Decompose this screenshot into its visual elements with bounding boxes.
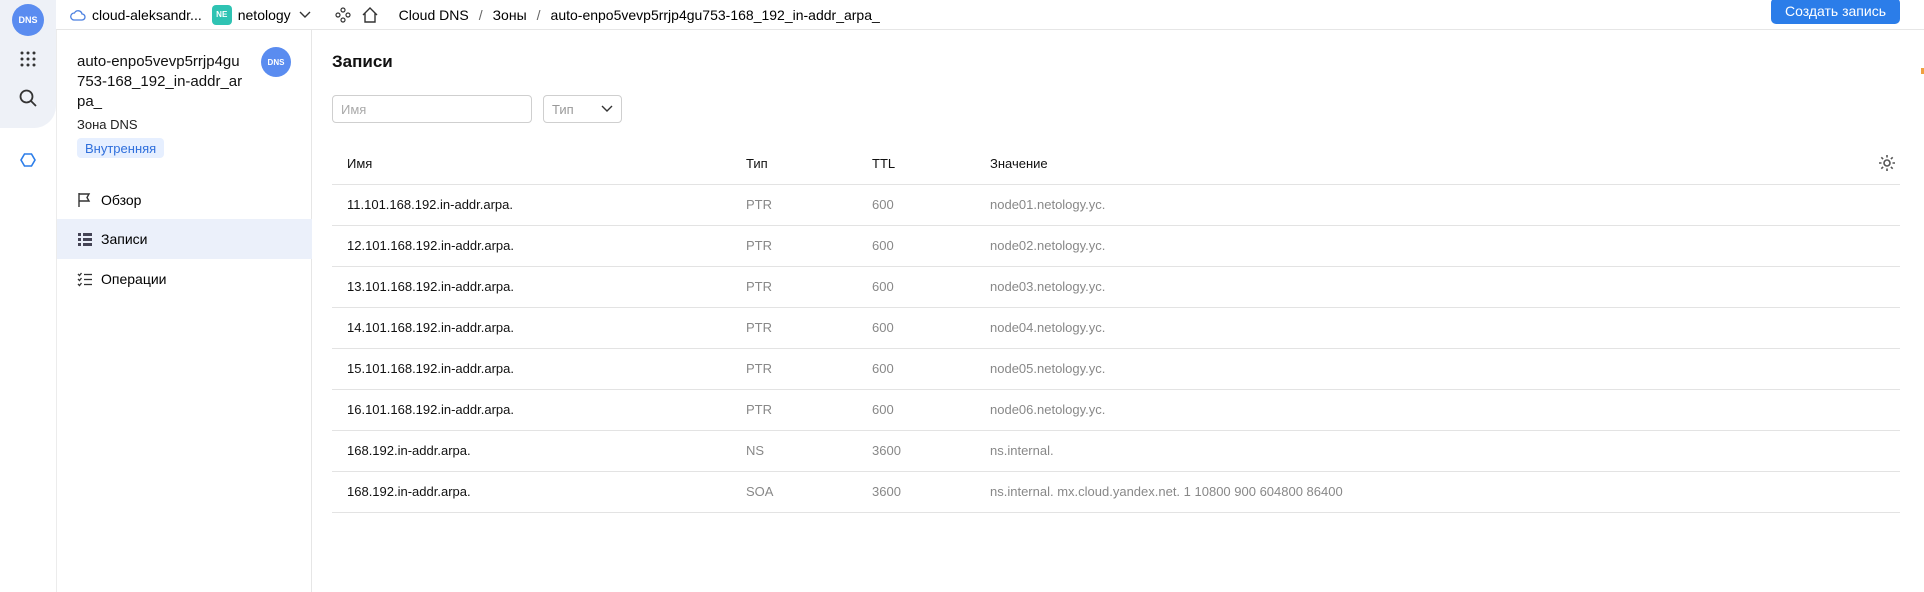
record-name: 13.101.168.192.in-addr.arpa. [332,266,746,308]
record-ttl: 600 [872,348,990,390]
record-value: node06.netology.yc. [990,389,1900,431]
table-row[interactable]: 168.192.in-addr.arpa. NS 3600 ns.interna… [332,430,1900,472]
cloud-selector[interactable]: cloud-aleksandr... [70,0,202,30]
zone-badge: DNS [261,47,291,77]
breadcrumb-cloud-dns[interactable]: Cloud DNS [399,7,469,23]
main-content: Записи Тип Имя Тип TTL Значение 11.101.1… [313,30,1924,592]
record-name: 16.101.168.192.in-addr.arpa. [332,389,746,431]
cloud-name: cloud-aleksandr... [92,6,202,23]
record-type: PTR [746,225,872,267]
sidebar-item-label: Обзор [101,192,142,208]
table-row[interactable]: 14.101.168.192.in-addr.arpa. PTR 600 nod… [332,307,1900,349]
table-row[interactable]: 12.101.168.192.in-addr.arpa. PTR 600 nod… [332,225,1900,267]
record-type: PTR [746,348,872,390]
sidebar-item-overview[interactable]: Обзор [57,180,312,220]
record-value: node01.netology.yc. [990,184,1900,226]
breadcrumb-separator: / [478,6,483,23]
record-name: 168.192.in-addr.arpa. [332,471,746,513]
folder-selector[interactable]: NE netology [211,0,311,30]
folder-name: netology [237,6,291,23]
search-icon[interactable] [16,86,40,110]
record-name: 15.101.168.192.in-addr.arpa. [332,348,746,390]
column-header-ttl[interactable]: TTL [872,144,990,185]
table-settings-gear-icon[interactable] [1878,154,1896,172]
breadcrumb: Cloud DNS / Зоны / auto-enpo5vevp5rrjp4g… [399,0,880,30]
column-header-type[interactable]: Тип [746,144,872,185]
record-type: NS [746,430,872,472]
record-ttl: 3600 [872,471,990,513]
sidebar-item-operations[interactable]: Операции [57,259,312,299]
record-type: PTR [746,266,872,308]
flag-icon [78,193,91,207]
chevron-down-icon [299,11,311,18]
record-value: node04.netology.yc. [990,307,1900,349]
record-value: node05.netology.yc. [990,348,1900,390]
record-ttl: 600 [872,307,990,349]
record-value: ns.internal. mx.cloud.yandex.net. 1 1080… [990,471,1900,513]
sidebar-item-label: Записи [101,231,148,247]
record-type: SOA [746,471,872,513]
record-value: node02.netology.yc. [990,225,1900,267]
record-type: PTR [746,307,872,349]
apps-grid-icon[interactable] [16,47,40,71]
record-name: 11.101.168.192.in-addr.arpa. [332,184,746,226]
hexagon-icon[interactable] [16,148,40,172]
table-row[interactable]: 168.192.in-addr.arpa. SOA 3600 ns.intern… [332,471,1900,513]
record-type: PTR [746,389,872,431]
rail-top-panel: DNS [0,0,56,128]
home-icon[interactable] [361,0,379,30]
record-type: PTR [746,184,872,226]
name-filter-input[interactable] [332,95,532,123]
record-name: 168.192.in-addr.arpa. [332,430,746,472]
zone-visibility-tag: Внутренняя [77,138,165,158]
record-ttl: 600 [872,184,990,226]
record-value: node03.netology.yc. [990,266,1900,308]
record-ttl: 3600 [872,430,990,472]
column-header-name[interactable]: Имя [332,144,746,185]
table-row[interactable]: 16.101.168.192.in-addr.arpa. PTR 600 nod… [332,389,1900,431]
sidebar-item-records[interactable]: Записи [57,219,312,259]
type-filter-placeholder: Тип [552,101,574,117]
record-name: 14.101.168.192.in-addr.arpa. [332,307,746,349]
table-row[interactable]: 11.101.168.192.in-addr.arpa. PTR 600 nod… [332,184,1900,226]
top-bar: cloud-aleksandr... NE netology Cloud DNS… [56,0,1924,30]
sidebar-item-label: Операции [101,271,167,287]
checklist-icon [77,272,92,287]
page-title: Записи [332,52,393,71]
table-header-row: Имя Тип TTL Значение [332,144,1900,185]
breadcrumb-current-zone: auto-enpo5vevp5rrjp4gu753-168_192_in-add… [550,6,880,23]
table-row[interactable]: 15.101.168.192.in-addr.arpa. PTR 600 nod… [332,348,1900,390]
record-value: ns.internal. [990,430,1900,472]
app-rail: DNS [0,0,56,592]
records-table: Имя Тип TTL Значение 11.101.168.192.in-a… [332,144,1900,513]
zone-type: Зона DNS [77,117,138,132]
breadcrumb-zones[interactable]: Зоны [493,7,527,23]
service-badge[interactable]: DNS [12,4,44,36]
breadcrumb-separator: / [536,6,541,23]
zone-name: auto-enpo5vevp5rrjp4gu753-168_192_in-add… [77,53,243,110]
column-header-value[interactable]: Значение [990,144,1900,185]
list-icon [78,233,92,246]
services-icon[interactable] [335,0,351,30]
sidebar: auto-enpo5vevp5rrjp4gu753-168_192_in-add… [56,30,312,592]
folder-chip: NE [211,4,232,25]
table-row[interactable]: 13.101.168.192.in-addr.arpa. PTR 600 nod… [332,266,1900,308]
record-ttl: 600 [872,266,990,308]
cloud-icon [70,9,86,21]
record-ttl: 600 [872,389,990,431]
create-record-button[interactable]: Создать запись [1771,0,1900,24]
type-filter-select[interactable]: Тип [543,95,622,123]
chevron-down-icon [601,105,613,112]
record-ttl: 600 [872,225,990,267]
record-name: 12.101.168.192.in-addr.arpa. [332,225,746,267]
